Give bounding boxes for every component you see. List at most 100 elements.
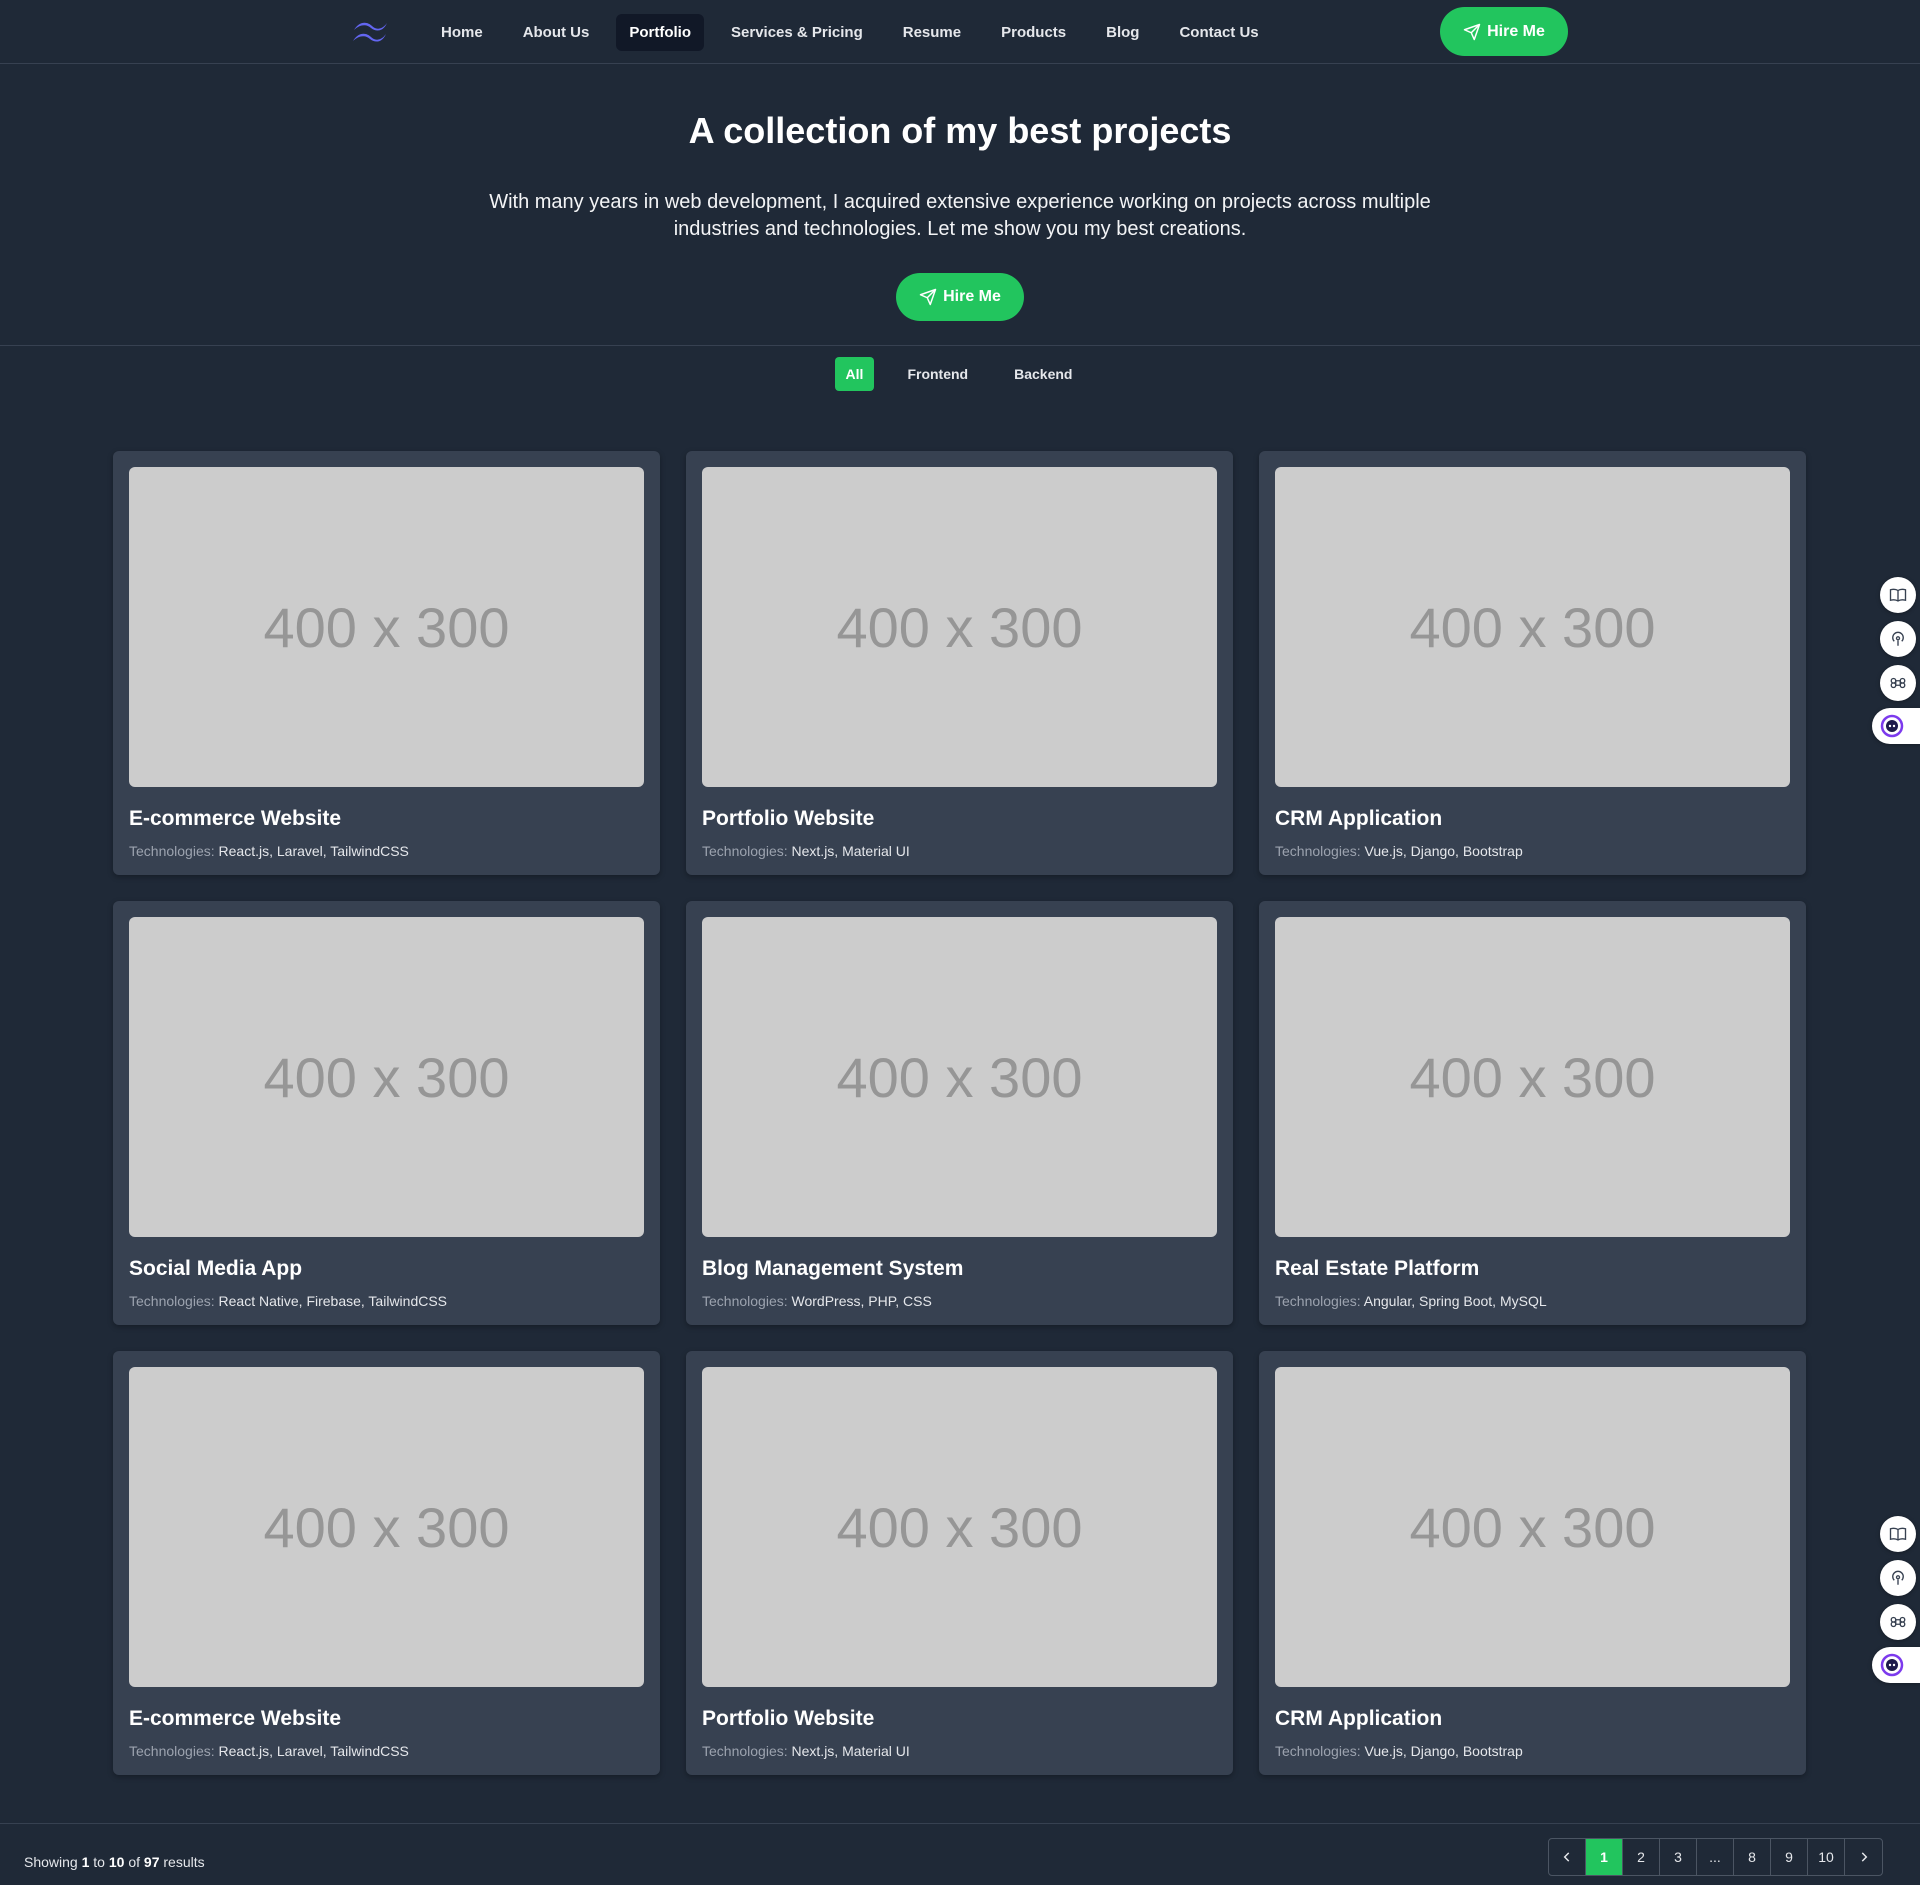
project-image-placeholder: 400 x 300 [702, 1367, 1217, 1687]
project-technologies: Technologies: Next.js, Material UI [702, 843, 1217, 859]
chevron-right-icon [1861, 1852, 1867, 1862]
project-image-placeholder: 400 x 300 [129, 917, 644, 1237]
technologies-label: Technologies: [702, 1743, 788, 1759]
technologies-label: Technologies: [702, 1293, 788, 1309]
assistant-icon[interactable] [1872, 708, 1920, 744]
filter-tab-frontend[interactable]: Frontend [894, 357, 981, 391]
project-title: CRM Application [1275, 807, 1443, 830]
podcast-icon[interactable] [1880, 1560, 1916, 1596]
logo-icon[interactable] [350, 16, 390, 46]
technologies-label: Technologies: [1275, 1293, 1361, 1309]
project-image-placeholder: 400 x 300 [702, 467, 1217, 787]
project-title: Portfolio Website [702, 807, 875, 830]
project-title: Blog Management System [702, 1257, 964, 1280]
technologies-label: Technologies: [1275, 1743, 1361, 1759]
hire-me-label: Hire Me [1487, 22, 1545, 40]
project-title: E-commerce Website [129, 1707, 342, 1730]
technologies-value: React.js, Laravel, TailwindCSS [218, 1743, 409, 1759]
page-button-9[interactable]: 9 [1771, 1839, 1808, 1875]
page-button-8[interactable]: 8 [1734, 1839, 1771, 1875]
technologies-value: Vue.js, Django, Bootstrap [1364, 843, 1523, 859]
results-summary: Showing 1 to 10 of 97 results [24, 1854, 205, 1870]
nav-link-about-us[interactable]: About Us [510, 14, 603, 51]
filter-tabs: All Frontend Backend [0, 357, 1920, 391]
page-button-2[interactable]: 2 [1623, 1839, 1660, 1875]
project-card[interactable]: 400 x 300 CRM Application Technologies: Vu… [1259, 1351, 1806, 1775]
nav-link-home[interactable]: Home [428, 14, 496, 51]
nav-link-services-pricing[interactable]: Services & Pricing [718, 14, 876, 51]
project-technologies: Technologies: WordPress, PHP, CSS [702, 1293, 1217, 1309]
nav-links: Home About Us Portfolio Services & Pricing R… [428, 14, 1286, 51]
section-divider [0, 345, 1920, 346]
hire-me-label: Hire Me [943, 288, 1001, 305]
filter-tab-all[interactable]: All [834, 357, 875, 391]
page-ellipsis: ... [1697, 1839, 1734, 1875]
nav-link-resume[interactable]: Resume [890, 14, 974, 51]
podcast-icon[interactable] [1880, 621, 1916, 657]
project-card[interactable]: 400 x 300 E-commerce Website Technologies:… [113, 451, 660, 875]
previous-page-button[interactable] [1549, 1839, 1586, 1875]
nav-link-products[interactable]: Products [988, 14, 1079, 51]
book-icon[interactable] [1880, 1516, 1916, 1552]
technologies-label: Technologies: [129, 1743, 215, 1759]
project-image-placeholder: 400 x 300 [702, 917, 1217, 1237]
project-technologies: Technologies: React.js, Laravel, Tailwin… [129, 843, 644, 859]
results-suffix: results [163, 1854, 205, 1870]
project-card[interactable]: 400 x 300 Real Estate Platform Technologie… [1259, 901, 1806, 1325]
page-button-3[interactable]: 3 [1660, 1839, 1697, 1875]
project-image-placeholder: 400 x 300 [129, 467, 644, 787]
project-card[interactable]: 400 x 300 Blog Management System Technolog… [686, 901, 1233, 1325]
project-card[interactable]: 400 x 300 CRM Application Technologies: Vu… [1259, 451, 1806, 875]
command-icon[interactable] [1880, 665, 1916, 701]
technologies-label: Technologies: [702, 843, 788, 859]
command-icon[interactable] [1880, 1604, 1916, 1640]
project-technologies: Technologies: Angular, Spring Boot, MySQ… [1275, 1293, 1790, 1309]
project-technologies: Technologies: React Native, Firebase, Ta… [129, 1293, 644, 1309]
top-navbar: Home About Us Portfolio Services & Pricing R… [0, 0, 1920, 64]
technologies-value: Angular, Spring Boot, MySQL [1363, 1293, 1547, 1309]
technologies-label: Technologies: [129, 1293, 215, 1309]
next-page-button[interactable] [1845, 1839, 1882, 1875]
project-image-placeholder: 400 x 300 [1275, 917, 1790, 1237]
technologies-value: Next.js, Material UI [791, 1743, 910, 1759]
project-technologies: Technologies: React.js, Laravel, Tailwin… [129, 1743, 644, 1759]
book-icon[interactable] [1880, 577, 1916, 613]
hire-me-button-hero[interactable]: Hire Me [896, 273, 1024, 321]
project-image-placeholder: 400 x 300 [1275, 1367, 1790, 1687]
project-image-placeholder: 400 x 300 [1275, 467, 1790, 787]
results-to: 10 [108, 1854, 125, 1870]
page-title: A collection of my best projects [688, 110, 1232, 151]
hire-me-button-nav[interactable]: Hire Me [1440, 7, 1568, 56]
page-button-10[interactable]: 10 [1808, 1839, 1845, 1875]
technologies-label: Technologies: [129, 843, 215, 859]
project-title: E-commerce Website [129, 807, 342, 830]
send-icon [1463, 23, 1481, 40]
technologies-value: Vue.js, Django, Bootstrap [1364, 1743, 1523, 1759]
results-prefix: Showing [24, 1854, 78, 1870]
nav-link-portfolio[interactable]: Portfolio [616, 14, 705, 51]
project-image-placeholder: 400 x 300 [129, 1367, 644, 1687]
project-card[interactable]: 400 x 300 E-commerce Website Technologies:… [113, 1351, 660, 1775]
project-card[interactable]: 400 x 300 Social Media App Technologies: R… [113, 901, 660, 1325]
project-technologies: Technologies: Vue.js, Django, Bootstrap [1275, 843, 1790, 859]
page-button-1[interactable]: 1 [1586, 1839, 1623, 1875]
results-total: 97 [143, 1854, 160, 1870]
technologies-label: Technologies: [1275, 843, 1361, 859]
send-icon [919, 288, 937, 306]
project-card[interactable]: 400 x 300 Portfolio Website Technologies: … [686, 1351, 1233, 1775]
project-title: Real Estate Platform [1275, 1257, 1480, 1280]
nav-link-contact-us[interactable]: Contact Us [1166, 14, 1271, 51]
technologies-value: Next.js, Material UI [791, 843, 910, 859]
technologies-value: React Native, Firebase, TailwindCSS [218, 1293, 448, 1309]
project-grid: 400 x 300 E-commerce Website Technologies:… [113, 451, 1807, 1775]
assistant-icon[interactable] [1872, 1647, 1920, 1683]
filter-tab-backend[interactable]: Backend [1001, 357, 1085, 391]
hero-description: With many years in web development, I ac… [489, 191, 1431, 240]
nav-link-blog[interactable]: Blog [1093, 14, 1152, 51]
project-card[interactable]: 400 x 300 Portfolio Website Technologies: … [686, 451, 1233, 875]
pagination: 1 2 3... 8 9 10 [1548, 1838, 1883, 1876]
results-of-word: of [128, 1854, 141, 1870]
pagination-footer: Showing 1 to 10 of 97 results 1 2 3... 8 9 10 [0, 1823, 1920, 1885]
project-title: Portfolio Website [702, 1707, 875, 1730]
technologies-value: WordPress, PHP, CSS [791, 1293, 932, 1309]
